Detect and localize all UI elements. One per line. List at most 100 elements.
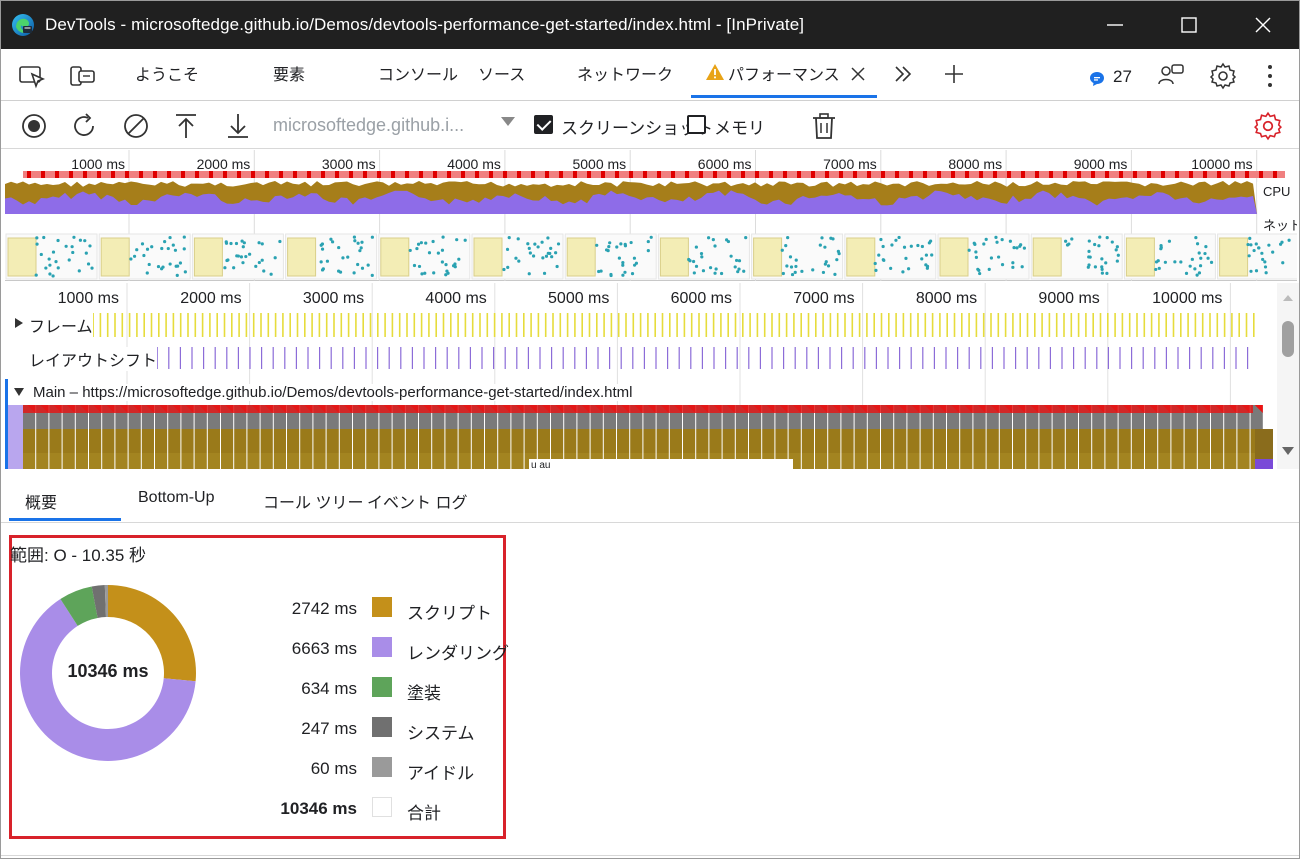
capture-settings-button[interactable] [1253,111,1283,141]
frame-marker [428,313,430,337]
flame-chart[interactable]: 1000 ms 2000 ms 3000 ms 4000 ms 5000 ms 6000 … [5,283,1277,469]
script-block [854,429,867,453]
long-task-marker [1035,171,1039,178]
frame-marker [617,313,620,337]
frame-marker [1085,313,1087,337]
script-subblock [485,453,498,469]
close-tab-icon[interactable] [849,65,867,83]
script-block [669,429,682,453]
frame-marker [661,313,664,337]
tab-bottom-up[interactable]: Bottom-Up [138,489,214,507]
frame-marker [530,313,532,337]
tab-event-log[interactable]: イベント ログ [367,489,467,513]
script-block [656,429,669,453]
frame-marker [479,313,481,337]
layout-shift-marker [330,347,332,369]
maximize-button[interactable] [1171,9,1207,41]
load-profile-button[interactable] [171,111,201,141]
clear-button[interactable] [121,111,151,141]
profile-select[interactable]: microsoftedge.github.i... [273,115,464,136]
tab-sources[interactable]: ソース [478,61,525,85]
save-profile-button[interactable] [223,111,253,141]
layout-shift-marker [655,347,657,369]
inspect-element-button[interactable] [17,61,47,91]
script-subblock [128,453,141,469]
layout-shift-marker [400,347,402,369]
tab-elements[interactable]: 要素 [273,61,305,85]
frame-marker [727,313,729,337]
layout-shift-marker [551,347,553,369]
expand-arrow-icon[interactable] [13,317,25,329]
flame-scrollbar[interactable] [1277,283,1299,469]
frame-marker [1165,313,1167,337]
tab-performance[interactable]: パフォーマンス [728,61,840,85]
frame-marker [690,313,693,337]
garbage-collect-button[interactable] [809,111,839,141]
tab-summary[interactable]: 概要 [25,489,57,513]
frame-marker [413,313,416,337]
settings-gear-icon[interactable] [1209,62,1237,90]
script-block [867,429,880,453]
frame-marker [997,313,1000,337]
script-block [762,429,775,453]
layout-shift-marker [365,347,367,369]
frame-marker [749,313,751,337]
timeline-overview[interactable]: 1000 ms 2000 ms 3000 ms 4000 ms 5000 ms 6000 … [5,150,1297,281]
script-subblock [947,453,960,469]
issues-icon[interactable] [1089,71,1105,87]
screenshot-checkbox[interactable] [534,115,553,134]
more-tabs-icon[interactable] [893,64,913,84]
frame-marker [778,313,781,337]
main-thread-label[interactable]: Main – https://microsoftedge.github.io/D… [33,384,633,401]
script-block [537,429,550,453]
script-block [735,429,748,453]
tab-network[interactable]: ネットワーク [577,61,673,85]
layout-shift-marker [783,347,785,369]
long-task-marker [699,171,703,178]
main-track-selection-bar [5,379,8,469]
chevron-down-icon[interactable] [501,117,515,126]
add-tab-icon[interactable] [943,63,965,85]
screenshot-thumbnail [1217,233,1297,280]
reload-record-button[interactable] [69,111,99,141]
long-task-marker [41,171,45,178]
more-options-icon[interactable] [1263,63,1277,89]
script-block [366,429,379,453]
script-block [1092,429,1105,453]
frame-marker [114,313,116,337]
memory-checkbox[interactable] [687,115,706,134]
long-task-marker [1105,171,1109,178]
timeline-tick-label: 9000 ms [1038,290,1099,307]
long-task-marker [881,171,885,178]
script-block [1197,429,1210,453]
frame-marker [1107,313,1109,337]
screenshot-thumbnail [844,233,937,280]
tab-console[interactable]: コンソール [378,61,458,85]
script-block [181,429,194,453]
long-task-marker [979,171,983,178]
frame-marker [873,313,875,337]
frame-marker [150,313,153,337]
frame-marker [639,313,642,337]
layout-shift-marker [1096,347,1098,369]
warning-icon [706,64,724,80]
feedback-icon[interactable] [1157,62,1185,90]
issues-count[interactable]: 27 [1113,67,1132,87]
frame-marker [603,313,605,337]
tab-call-tree[interactable]: コール ツリー [263,489,363,513]
layout-shift-marker [759,347,761,369]
frame-marker [917,313,919,337]
device-emulation-button[interactable] [67,61,97,91]
tab-welcome[interactable]: ようこそ [135,61,199,85]
frame-marker [1201,313,1204,337]
layout-shifts-track-label[interactable]: レイアウトシフト [29,347,158,371]
record-button[interactable] [19,111,49,141]
script-block [445,429,458,453]
script-subblock [894,453,907,469]
collapse-arrow-icon[interactable] [13,386,25,398]
layout-shift-marker [933,347,935,369]
long-task-marker [279,171,283,178]
frames-track-label[interactable]: フレーム [29,313,93,337]
close-window-button[interactable] [1245,9,1281,41]
minimize-button[interactable] [1097,9,1133,41]
